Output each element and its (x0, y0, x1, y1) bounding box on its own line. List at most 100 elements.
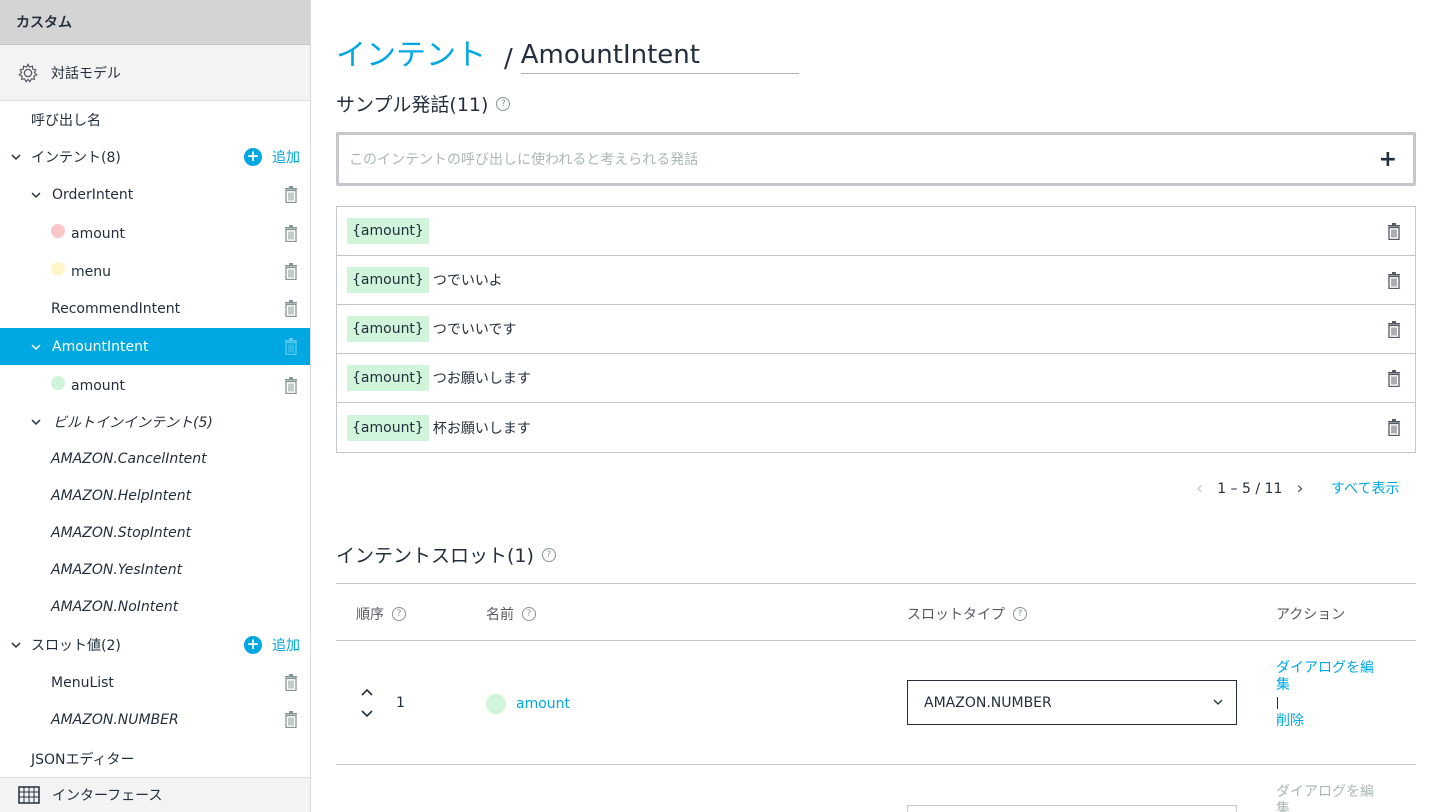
trash-icon[interactable] (284, 186, 298, 203)
list-item[interactable]: {amount} つでいいです (337, 305, 1415, 354)
slot-chip[interactable]: {amount} (347, 316, 429, 342)
sidebar-item-slot-types[interactable]: スロット値(2) + 追加 (0, 626, 310, 663)
divider (1277, 697, 1278, 709)
list-item[interactable]: {amount} (337, 207, 1415, 256)
trash-icon[interactable] (1387, 419, 1401, 436)
grid-icon (18, 786, 40, 804)
sidebar-item-builtin[interactable]: AMAZON.CancelIntent (0, 440, 310, 477)
slot-chip[interactable]: {amount} (347, 414, 429, 441)
slot-color-dot (51, 262, 65, 276)
delete-slot-link[interactable]: 削除 (1276, 710, 1304, 730)
add-intent-button[interactable]: + 追加 (244, 147, 300, 167)
show-all-link[interactable]: すべて表示 (1331, 478, 1399, 498)
slot-type-select[interactable]: AMAZON.NUMBER (907, 680, 1237, 725)
intent-name-field[interactable]: AmountIntent (520, 40, 799, 74)
slot-color-dot (486, 694, 506, 714)
sidebar-item-slot-type[interactable]: AMAZON.NUMBER (0, 701, 310, 738)
utterance-input[interactable]: このインテントの呼び出しに使われると考えられる発話 + (336, 132, 1416, 186)
trash-icon[interactable] (284, 377, 298, 394)
page-count: 1 – 5 / 11 (1217, 480, 1283, 497)
sidebar-item-slot-amount[interactable]: amount (0, 367, 310, 404)
list-item[interactable]: {amount} つでいいよ (337, 256, 1415, 305)
add-utterance-button[interactable]: + (1379, 147, 1397, 172)
trash-icon[interactable] (1387, 321, 1401, 338)
list-item[interactable]: {amount} つお願いします (337, 354, 1415, 403)
sidebar-item-builtin-intents[interactable]: ビルトインインテント(5) (0, 403, 310, 440)
sidebar-item-label: RecommendIntent (51, 300, 181, 317)
sidebar-item-interfaces[interactable]: インターフェース (0, 777, 310, 812)
gear-icon (18, 62, 38, 83)
slot-color-dot (51, 376, 65, 390)
sidebar-item-label: インターフェース (52, 788, 163, 804)
sidebar-item-interaction-model[interactable]: 対話モデル (0, 45, 310, 101)
trash-icon[interactable] (284, 674, 298, 691)
chevron-down-icon[interactable] (30, 189, 42, 201)
prev-page-icon[interactable]: ‹ (1196, 478, 1203, 499)
trash-icon[interactable] (1387, 223, 1401, 240)
edit-dialog-link[interactable]: ダイアログを編集 (1276, 660, 1386, 694)
trash-icon[interactable] (284, 711, 298, 728)
trash-icon[interactable] (284, 225, 298, 242)
trash-icon[interactable] (284, 338, 298, 355)
sidebar-item-builtin[interactable]: AMAZON.YesIntent (0, 551, 310, 588)
sidebar-item-label: amount (71, 377, 126, 394)
add-slot-type-button[interactable]: + 追加 (244, 635, 300, 655)
sidebar-item-label: AmountIntent (52, 338, 149, 355)
chevron-down-icon[interactable] (30, 341, 42, 353)
trash-icon[interactable] (1387, 370, 1401, 387)
sidebar-item-orderintent[interactable]: OrderIntent (0, 176, 310, 213)
next-page-icon[interactable]: › (1296, 478, 1303, 499)
sidebar-item-slot-amount[interactable]: amount (0, 215, 310, 252)
slot-type-select[interactable] (907, 805, 1237, 812)
help-icon[interactable]: ? (1013, 607, 1027, 621)
sidebar-item-builtin[interactable]: AMAZON.NoIntent (0, 588, 310, 625)
slot-chip[interactable]: {amount} (347, 267, 429, 293)
breadcrumb-intents-link[interactable]: インテント (336, 30, 486, 74)
slot-table: 順序? 名前? スロットタイプ? アクション 1 amount AMAZON.N… (336, 583, 1416, 812)
sidebar-item-label: amount (71, 225, 126, 242)
edit-dialog-link[interactable]: ダイアログを編集 (1276, 784, 1386, 812)
utterance-text: 杯お願いします (432, 420, 531, 437)
sidebar-item-json-editor[interactable]: JSONエディター (0, 740, 310, 777)
sidebar-item-intents[interactable]: インテント(8) + 追加 (0, 138, 310, 175)
plus-circle-icon: + (244, 147, 262, 166)
sidebar-item-slot-type[interactable]: MenuList (0, 664, 310, 701)
help-icon[interactable]: ? (522, 607, 536, 621)
sidebar-item-builtin[interactable]: AMAZON.HelpIntent (0, 477, 310, 514)
sidebar-item-label: スロット値(2) (31, 637, 121, 654)
help-icon[interactable]: ? (496, 96, 511, 111)
sidebar-item-amountintent[interactable]: AmountIntent (0, 328, 310, 365)
sidebar-item-label: インテント(8) (31, 149, 121, 166)
column-header-slot-type: スロットタイプ? (907, 604, 1027, 624)
sidebar-item-builtin[interactable]: AMAZON.StopIntent (0, 514, 310, 551)
sidebar-item-recommendintent[interactable]: RecommendIntent (0, 290, 310, 327)
slot-name-link[interactable]: amount (516, 696, 570, 712)
chevron-down-icon[interactable] (10, 639, 22, 651)
trash-icon[interactable] (284, 300, 298, 317)
list-item[interactable]: {amount} 杯お願いします (337, 403, 1415, 452)
sidebar-item-slot-menu[interactable]: menu (0, 253, 310, 290)
help-icon[interactable]: ? (541, 547, 556, 562)
sidebar-item-label: JSONエディター (31, 751, 135, 768)
sidebar-item-label: AMAZON.HelpIntent (51, 487, 192, 504)
reorder-arrows-icon[interactable] (360, 688, 374, 718)
sidebar-item-invocation[interactable]: 呼び出し名 (0, 101, 310, 138)
chevron-down-icon[interactable] (10, 151, 22, 163)
slot-order: 1 (396, 695, 405, 711)
sidebar-item-label: OrderIntent (52, 186, 134, 203)
utterance-text: つでいいよ (432, 273, 503, 289)
utterances-section-title: サンプル発話(11) ? (336, 90, 511, 117)
help-icon[interactable]: ? (392, 607, 406, 621)
sidebar-item-label: AMAZON.NUMBER (51, 711, 179, 728)
breadcrumb: インテント / AmountIntent (336, 30, 799, 74)
slot-color-dot (51, 224, 65, 238)
slot-chip[interactable]: {amount} (347, 365, 429, 391)
sidebar-item-label: AMAZON.YesIntent (51, 561, 183, 578)
slot-chip[interactable]: {amount} (347, 218, 429, 244)
utterance-text: つお願いします (432, 371, 531, 387)
trash-icon[interactable] (1387, 272, 1401, 289)
sidebar-header: カスタム (0, 0, 310, 45)
chevron-down-icon[interactable] (30, 416, 42, 428)
sidebar-item-label: 呼び出し名 (31, 112, 101, 129)
trash-icon[interactable] (284, 263, 298, 280)
